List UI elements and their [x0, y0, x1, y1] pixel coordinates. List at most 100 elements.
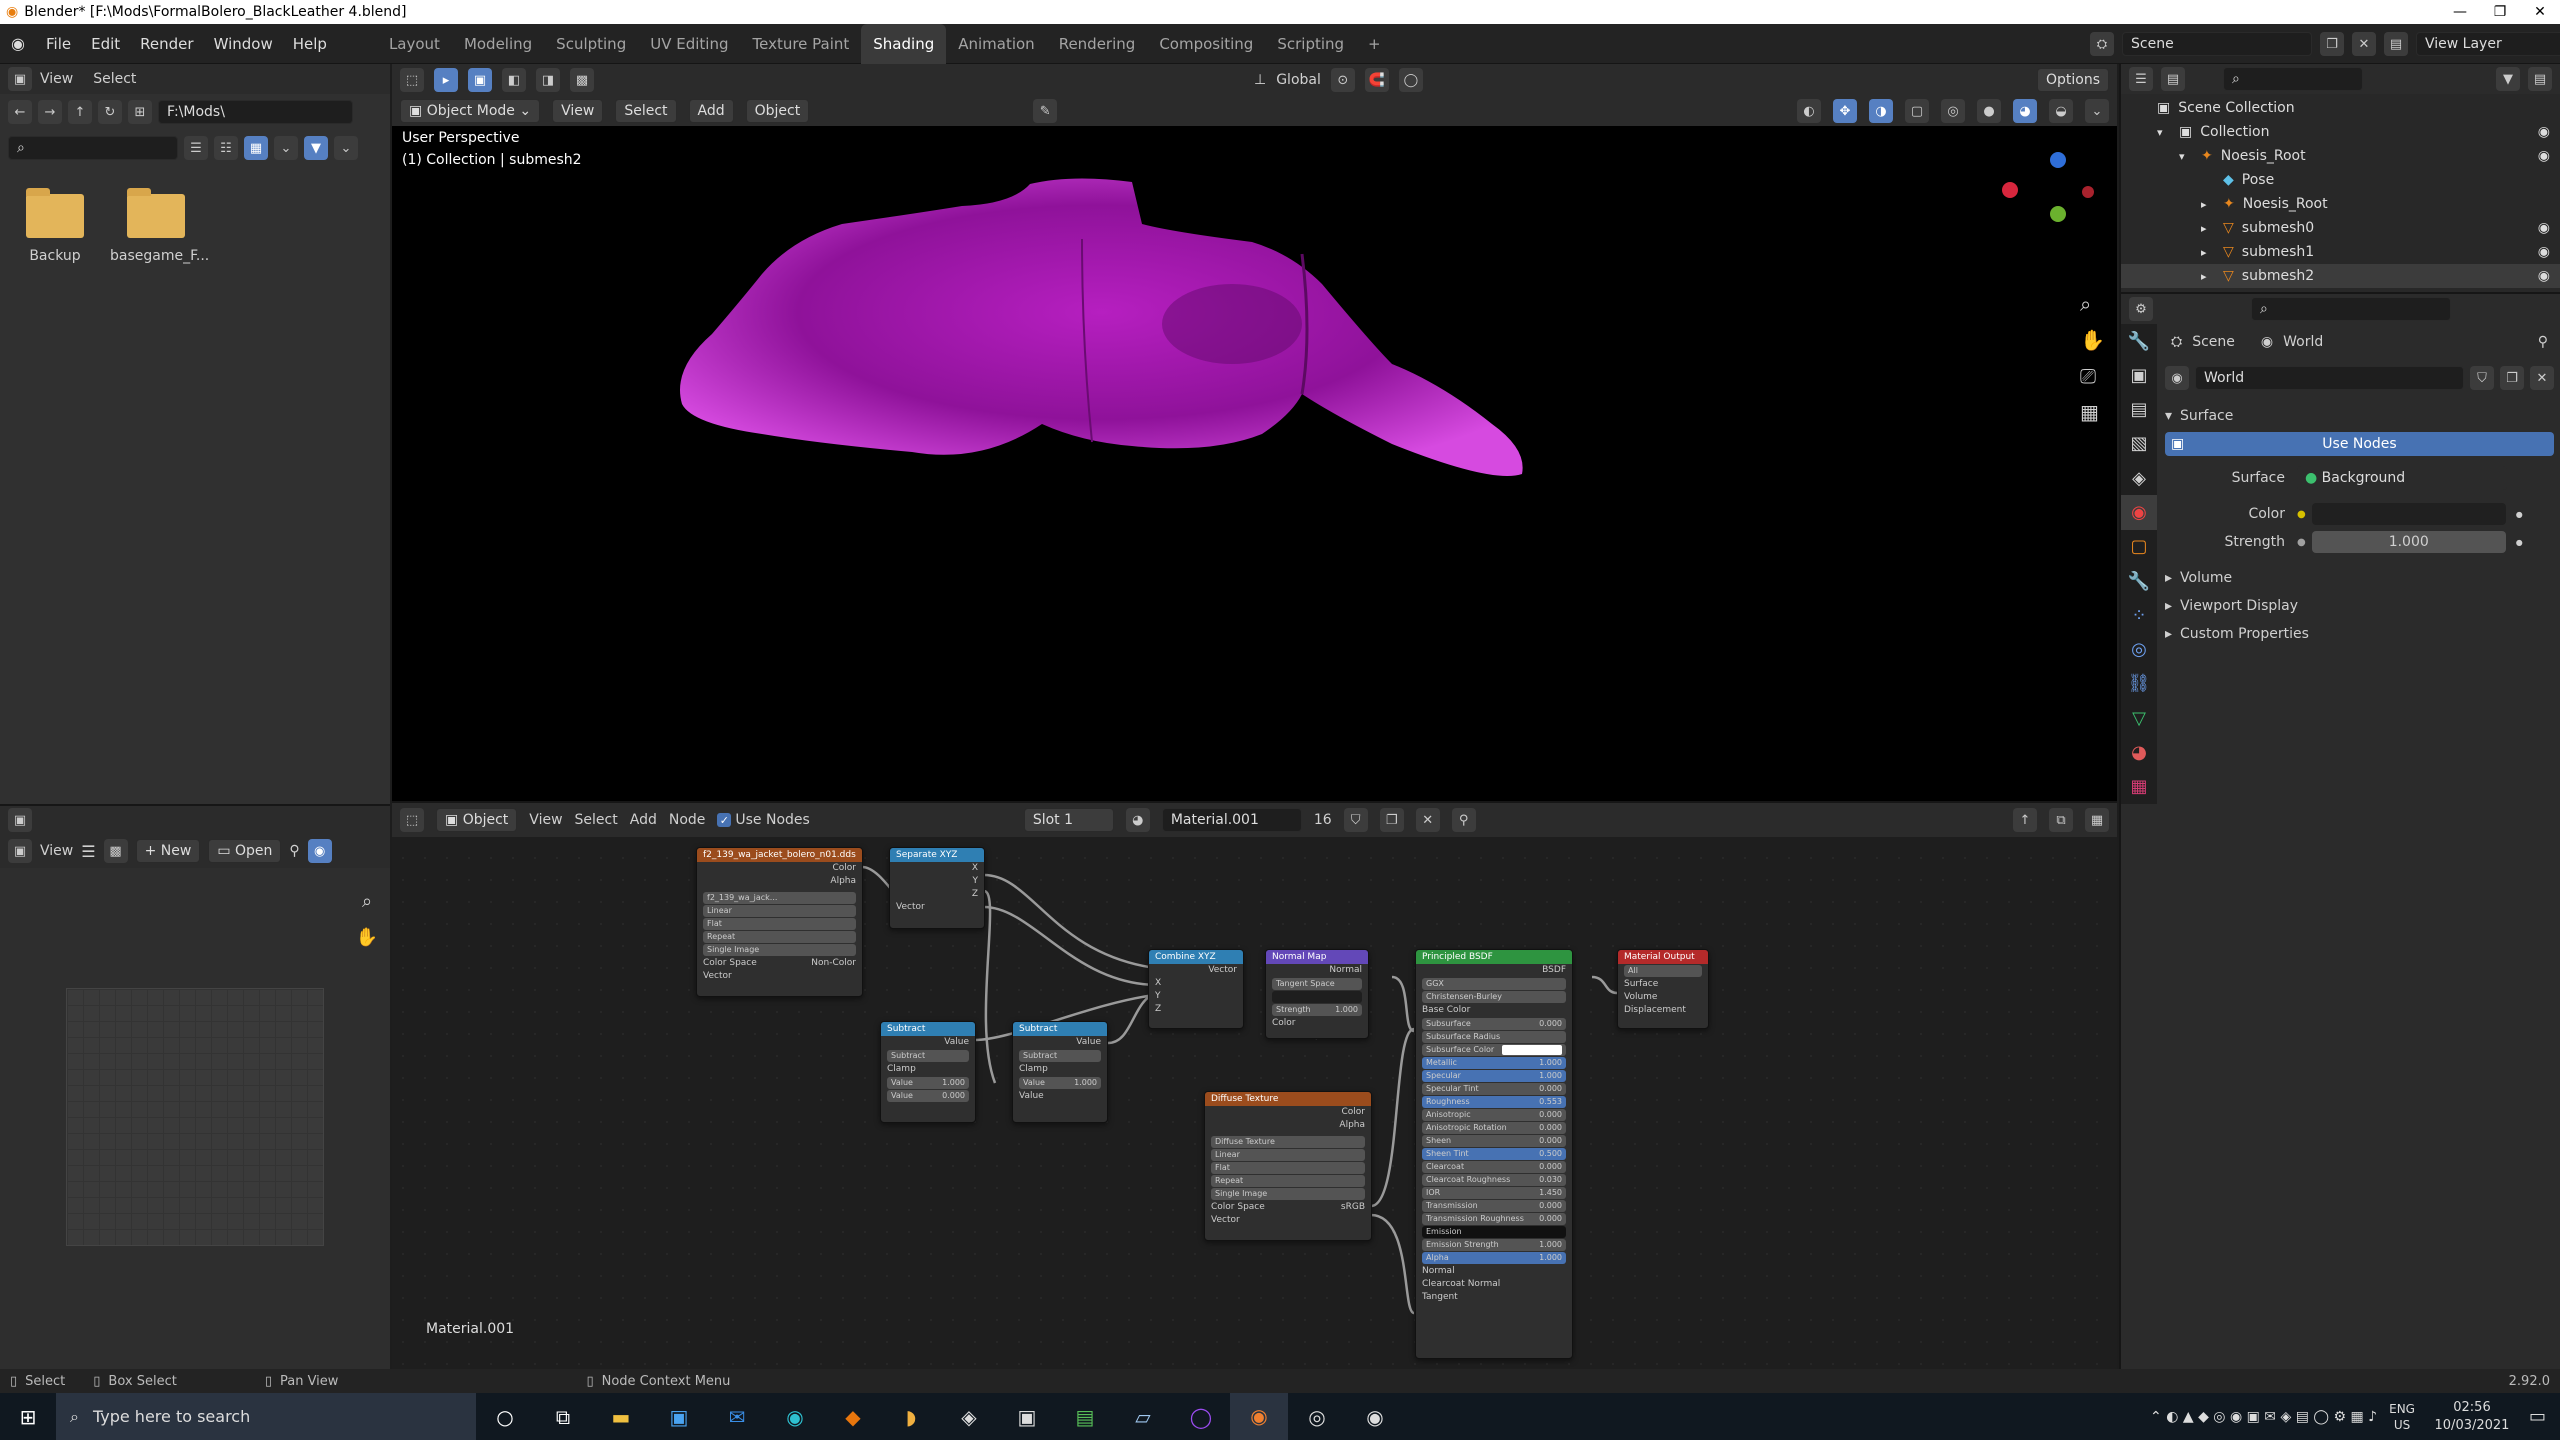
cortana-icon[interactable]: ○ — [476, 1405, 534, 1429]
socket-color[interactable]: Color — [697, 862, 862, 875]
extension-dropdown[interactable]: Repeat — [1211, 1175, 1365, 1187]
shading-dropdown-icon[interactable]: ⌄ — [2085, 99, 2109, 123]
tab-rendering[interactable]: Rendering — [1047, 24, 1148, 64]
overlay-icon[interactable]: ◑ — [1869, 99, 1893, 123]
folder-item[interactable]: Backup — [20, 188, 90, 264]
shading-rendered-icon[interactable]: ◒ — [2049, 99, 2073, 123]
fb-menu-select[interactable]: Select — [93, 71, 136, 87]
socket-z[interactable]: Z — [1149, 1003, 1243, 1016]
outliner-item[interactable]: ▾ ✦ Noesis_Root ◉ — [2121, 144, 2560, 168]
bsdf-input-clearcoat-normal[interactable]: Clearcoat Normal — [1416, 1278, 1572, 1291]
editor-type-icon[interactable]: ▣ — [8, 808, 32, 832]
file-explorer-icon[interactable]: ▬ — [592, 1405, 650, 1429]
image-datablock[interactable]: f2_139_wa_jack... — [703, 892, 856, 904]
list-horizontal-icon[interactable]: ☷ — [214, 136, 238, 160]
bsdf-input-base-color[interactable]: Base Color — [1416, 1004, 1572, 1017]
socket-x[interactable]: X — [890, 862, 984, 875]
scene-tab-icon[interactable]: ◈ — [2121, 461, 2157, 495]
windows-start-icon[interactable]: ⊞ — [0, 1393, 56, 1440]
projection-dropdown[interactable]: Flat — [703, 918, 856, 930]
socket-z[interactable]: Z — [890, 888, 984, 901]
mesh-render[interactable] — [392, 124, 2117, 801]
app-icon[interactable]: ◉ — [1346, 1405, 1404, 1429]
editor-type-icon[interactable]: ⚙ — [2129, 297, 2153, 321]
target-dropdown[interactable]: All — [1624, 965, 1702, 977]
particles-tab-icon[interactable]: ⁘ — [2121, 598, 2157, 632]
shading-solid-icon[interactable]: ● — [1977, 99, 2001, 123]
clamp-checkbox[interactable]: Clamp — [881, 1063, 975, 1076]
world-tab-icon[interactable]: ◉ — [2121, 495, 2157, 530]
node-normal-map[interactable]: Normal Map Normal Tangent Space Strength… — [1265, 949, 1369, 1039]
menu-file[interactable]: File — [36, 24, 81, 64]
blender-menu-icon[interactable]: ◉ — [0, 34, 36, 53]
app-icon[interactable]: ▤ — [1056, 1405, 1114, 1429]
menu-window[interactable]: Window — [204, 24, 283, 64]
fb-menu-view[interactable]: View — [40, 71, 73, 87]
edge-icon[interactable]: ◉ — [766, 1405, 824, 1429]
strength-field[interactable]: 1.000 — [2311, 531, 2506, 553]
socket-y[interactable]: Y — [890, 875, 984, 888]
constraints-tab-icon[interactable]: ⛓ — [2121, 667, 2157, 701]
app-icon[interactable]: ▱ — [1114, 1405, 1172, 1429]
scene-icon[interactable]: ⛭ — [2090, 32, 2114, 56]
bsdf-input-metallic[interactable]: Metallic 1.000 — [1422, 1057, 1566, 1069]
chevron-right-icon[interactable]: ▸ — [2201, 246, 2215, 259]
object-tab-icon[interactable]: ▢ — [2121, 530, 2157, 564]
socket-vector[interactable]: Vector — [1205, 1214, 1371, 1227]
store-icon[interactable]: ▣ — [650, 1405, 708, 1429]
scene-selector[interactable]: Scene — [2122, 32, 2312, 56]
extension-dropdown[interactable]: Repeat — [703, 931, 856, 943]
axis-neg-x-icon[interactable] — [2082, 186, 2094, 198]
node-separate-xyz[interactable]: Separate XYZ X Y Z Vector — [889, 847, 985, 929]
socket-value-in[interactable]: Value — [1013, 1090, 1107, 1103]
tab-shading[interactable]: Shading — [861, 23, 947, 64]
pan-hand-icon[interactable]: ✋ — [352, 922, 382, 952]
viewport-display-section-header[interactable]: ▸ Viewport Display — [2157, 592, 2560, 620]
tab-sculpting[interactable]: Sculpting — [544, 24, 638, 64]
view-mode-icon[interactable]: ▣ — [8, 839, 32, 863]
interpolation-dropdown[interactable]: Linear — [1211, 1149, 1365, 1161]
bsdf-input-subsurface[interactable]: Subsurface 0.000 — [1422, 1018, 1566, 1030]
uv-map-field[interactable] — [1272, 991, 1362, 1003]
node-header[interactable]: Material Output — [1618, 950, 1708, 964]
vp-menu-select[interactable]: Select — [615, 99, 677, 123]
app-icon[interactable]: ◗ — [882, 1405, 940, 1429]
tab-uv-editing[interactable]: UV Editing — [638, 24, 740, 64]
menu-render[interactable]: Render — [130, 24, 203, 64]
shading-wireframe-icon[interactable]: ◎ — [1941, 99, 1965, 123]
new-collection-icon[interactable]: ▤ — [2528, 67, 2552, 91]
select-invert-icon[interactable]: ▩ — [570, 68, 594, 92]
pin-icon[interactable]: ⚲ — [2538, 334, 2548, 350]
minimize-button[interactable]: — — [2440, 0, 2480, 24]
world-name-field[interactable]: World — [2195, 366, 2464, 390]
node-subtract[interactable]: Subtract Value Subtract Clamp Value 1.000… — [1012, 1021, 1108, 1123]
node-combine-xyz[interactable]: Combine XYZ Vector X Y Z — [1148, 949, 1244, 1029]
xray-icon[interactable]: ▢ — [1905, 99, 1929, 123]
camera-icon[interactable]: ⎚ — [2080, 364, 2096, 388]
socket-vector[interactable]: Vector — [1149, 964, 1243, 977]
clamp-checkbox[interactable]: Clamp — [1013, 1063, 1107, 1076]
visibility-eye-icon[interactable]: ◉ — [2538, 268, 2550, 284]
node-material-output[interactable]: Material Output All Surface Volume Displ… — [1617, 949, 1709, 1029]
chevron-right-icon[interactable]: ▸ — [2201, 270, 2215, 283]
socket-vector[interactable]: Vector — [890, 901, 984, 914]
pivot-icon[interactable]: ⊙ — [1330, 68, 1355, 92]
socket-vector[interactable]: Vector — [697, 970, 862, 983]
node-header[interactable]: Separate XYZ — [890, 848, 984, 862]
bsdf-input-specular-tint[interactable]: Specular Tint 0.000 — [1422, 1083, 1566, 1095]
parent-dir-icon[interactable]: ↑ — [68, 100, 92, 124]
material-tab-icon[interactable]: ◕ — [2121, 735, 2157, 769]
distribution-dropdown[interactable]: GGX — [1422, 978, 1566, 990]
axis-z-icon[interactable] — [2050, 152, 2066, 168]
socket-surface[interactable]: Surface — [1618, 978, 1708, 991]
select-extend-icon[interactable]: ◧ — [502, 68, 526, 92]
animate-dot-icon[interactable]: ● — [2516, 510, 2523, 519]
outliner-item[interactable]: ▸ ✦ Noesis_Root — [2121, 192, 2560, 216]
bsdf-input-tangent[interactable]: Tangent — [1416, 1291, 1572, 1304]
notification-icon[interactable]: ▭ — [2529, 1406, 2546, 1427]
options-dropdown[interactable]: Options — [2036, 68, 2109, 92]
surface-section-header[interactable]: ▾ Surface — [2157, 400, 2560, 432]
filter-icon[interactable]: ▼ — [2496, 67, 2520, 91]
app-icon[interactable]: ◯ — [1172, 1405, 1230, 1429]
axis-y-icon[interactable] — [2050, 206, 2066, 222]
